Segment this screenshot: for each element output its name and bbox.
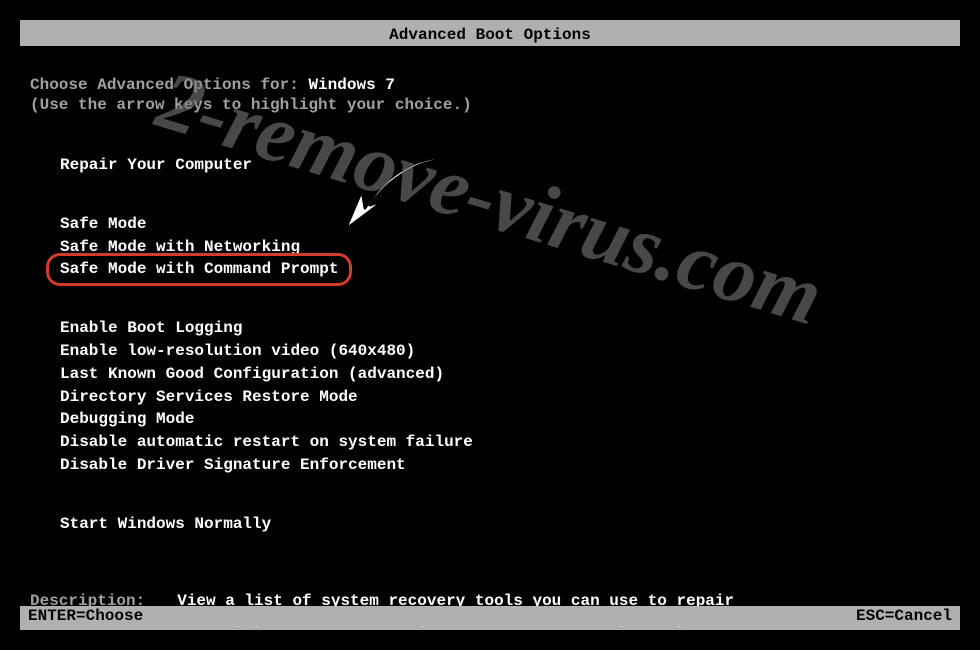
menu-item-label: Disable Driver Signature Enforcement: [54, 454, 412, 477]
menu-group: Repair Your Computer: [54, 154, 950, 177]
menu-item[interactable]: Repair Your Computer: [54, 154, 950, 177]
menu-item-label: Enable Boot Logging: [54, 317, 248, 340]
boot-screen-frame: Advanced Boot Options Choose Advanced Op…: [20, 20, 960, 630]
screen-title: Advanced Boot Options: [389, 26, 591, 44]
menu-item[interactable]: Disable automatic restart on system fail…: [54, 431, 950, 454]
menu-item-label: Safe Mode with Command Prompt: [54, 258, 344, 281]
menu-item[interactable]: Directory Services Restore Mode: [54, 386, 950, 409]
menu-item-label: Repair Your Computer: [54, 154, 258, 177]
menu-container: Repair Your ComputerSafe ModeSafe Mode w…: [30, 154, 950, 536]
menu-item[interactable]: Enable Boot Logging: [54, 317, 950, 340]
menu-item-label: Safe Mode: [54, 213, 152, 236]
footer-bar: ENTER=Choose ESC=Cancel: [20, 606, 960, 626]
content-area: Choose Advanced Options for: Windows 7 (…: [20, 46, 960, 638]
menu-item-label: Last Known Good Configuration (advanced): [54, 363, 450, 386]
footer-enter: ENTER=Choose: [28, 607, 143, 625]
menu-item[interactable]: Safe Mode with Networking: [54, 236, 950, 259]
menu-item-label: Enable low-resolution video (640x480): [54, 340, 421, 363]
menu-item-label: Safe Mode with Networking: [54, 236, 306, 259]
menu-item[interactable]: Enable low-resolution video (640x480): [54, 340, 950, 363]
highlight-ring: [46, 253, 352, 286]
prompt-prefix: Choose Advanced Options for:: [30, 76, 308, 94]
menu-item-label: Disable automatic restart on system fail…: [54, 431, 479, 454]
menu-item[interactable]: Disable Driver Signature Enforcement: [54, 454, 950, 477]
title-bar: Advanced Boot Options: [20, 24, 960, 46]
menu-item[interactable]: Last Known Good Configuration (advanced): [54, 363, 950, 386]
menu-item[interactable]: Start Windows Normally: [54, 513, 950, 536]
menu-item[interactable]: Debugging Mode: [54, 408, 950, 431]
menu-group: Start Windows Normally: [54, 513, 950, 536]
footer-esc: ESC=Cancel: [856, 607, 952, 625]
hint-line: (Use the arrow keys to highlight your ch…: [30, 96, 950, 114]
menu-group: Safe ModeSafe Mode with NetworkingSafe M…: [54, 213, 950, 281]
prompt-line: Choose Advanced Options for: Windows 7: [30, 76, 950, 94]
menu-item-label: Start Windows Normally: [54, 513, 277, 536]
menu-item-label: Debugging Mode: [54, 408, 200, 431]
menu-item[interactable]: Safe Mode: [54, 213, 950, 236]
menu-item[interactable]: Safe Mode with Command Prompt: [54, 258, 950, 281]
menu-group: Enable Boot LoggingEnable low-resolution…: [54, 317, 950, 477]
menu-item-label: Directory Services Restore Mode: [54, 386, 364, 409]
prompt-os: Windows 7: [308, 76, 394, 94]
